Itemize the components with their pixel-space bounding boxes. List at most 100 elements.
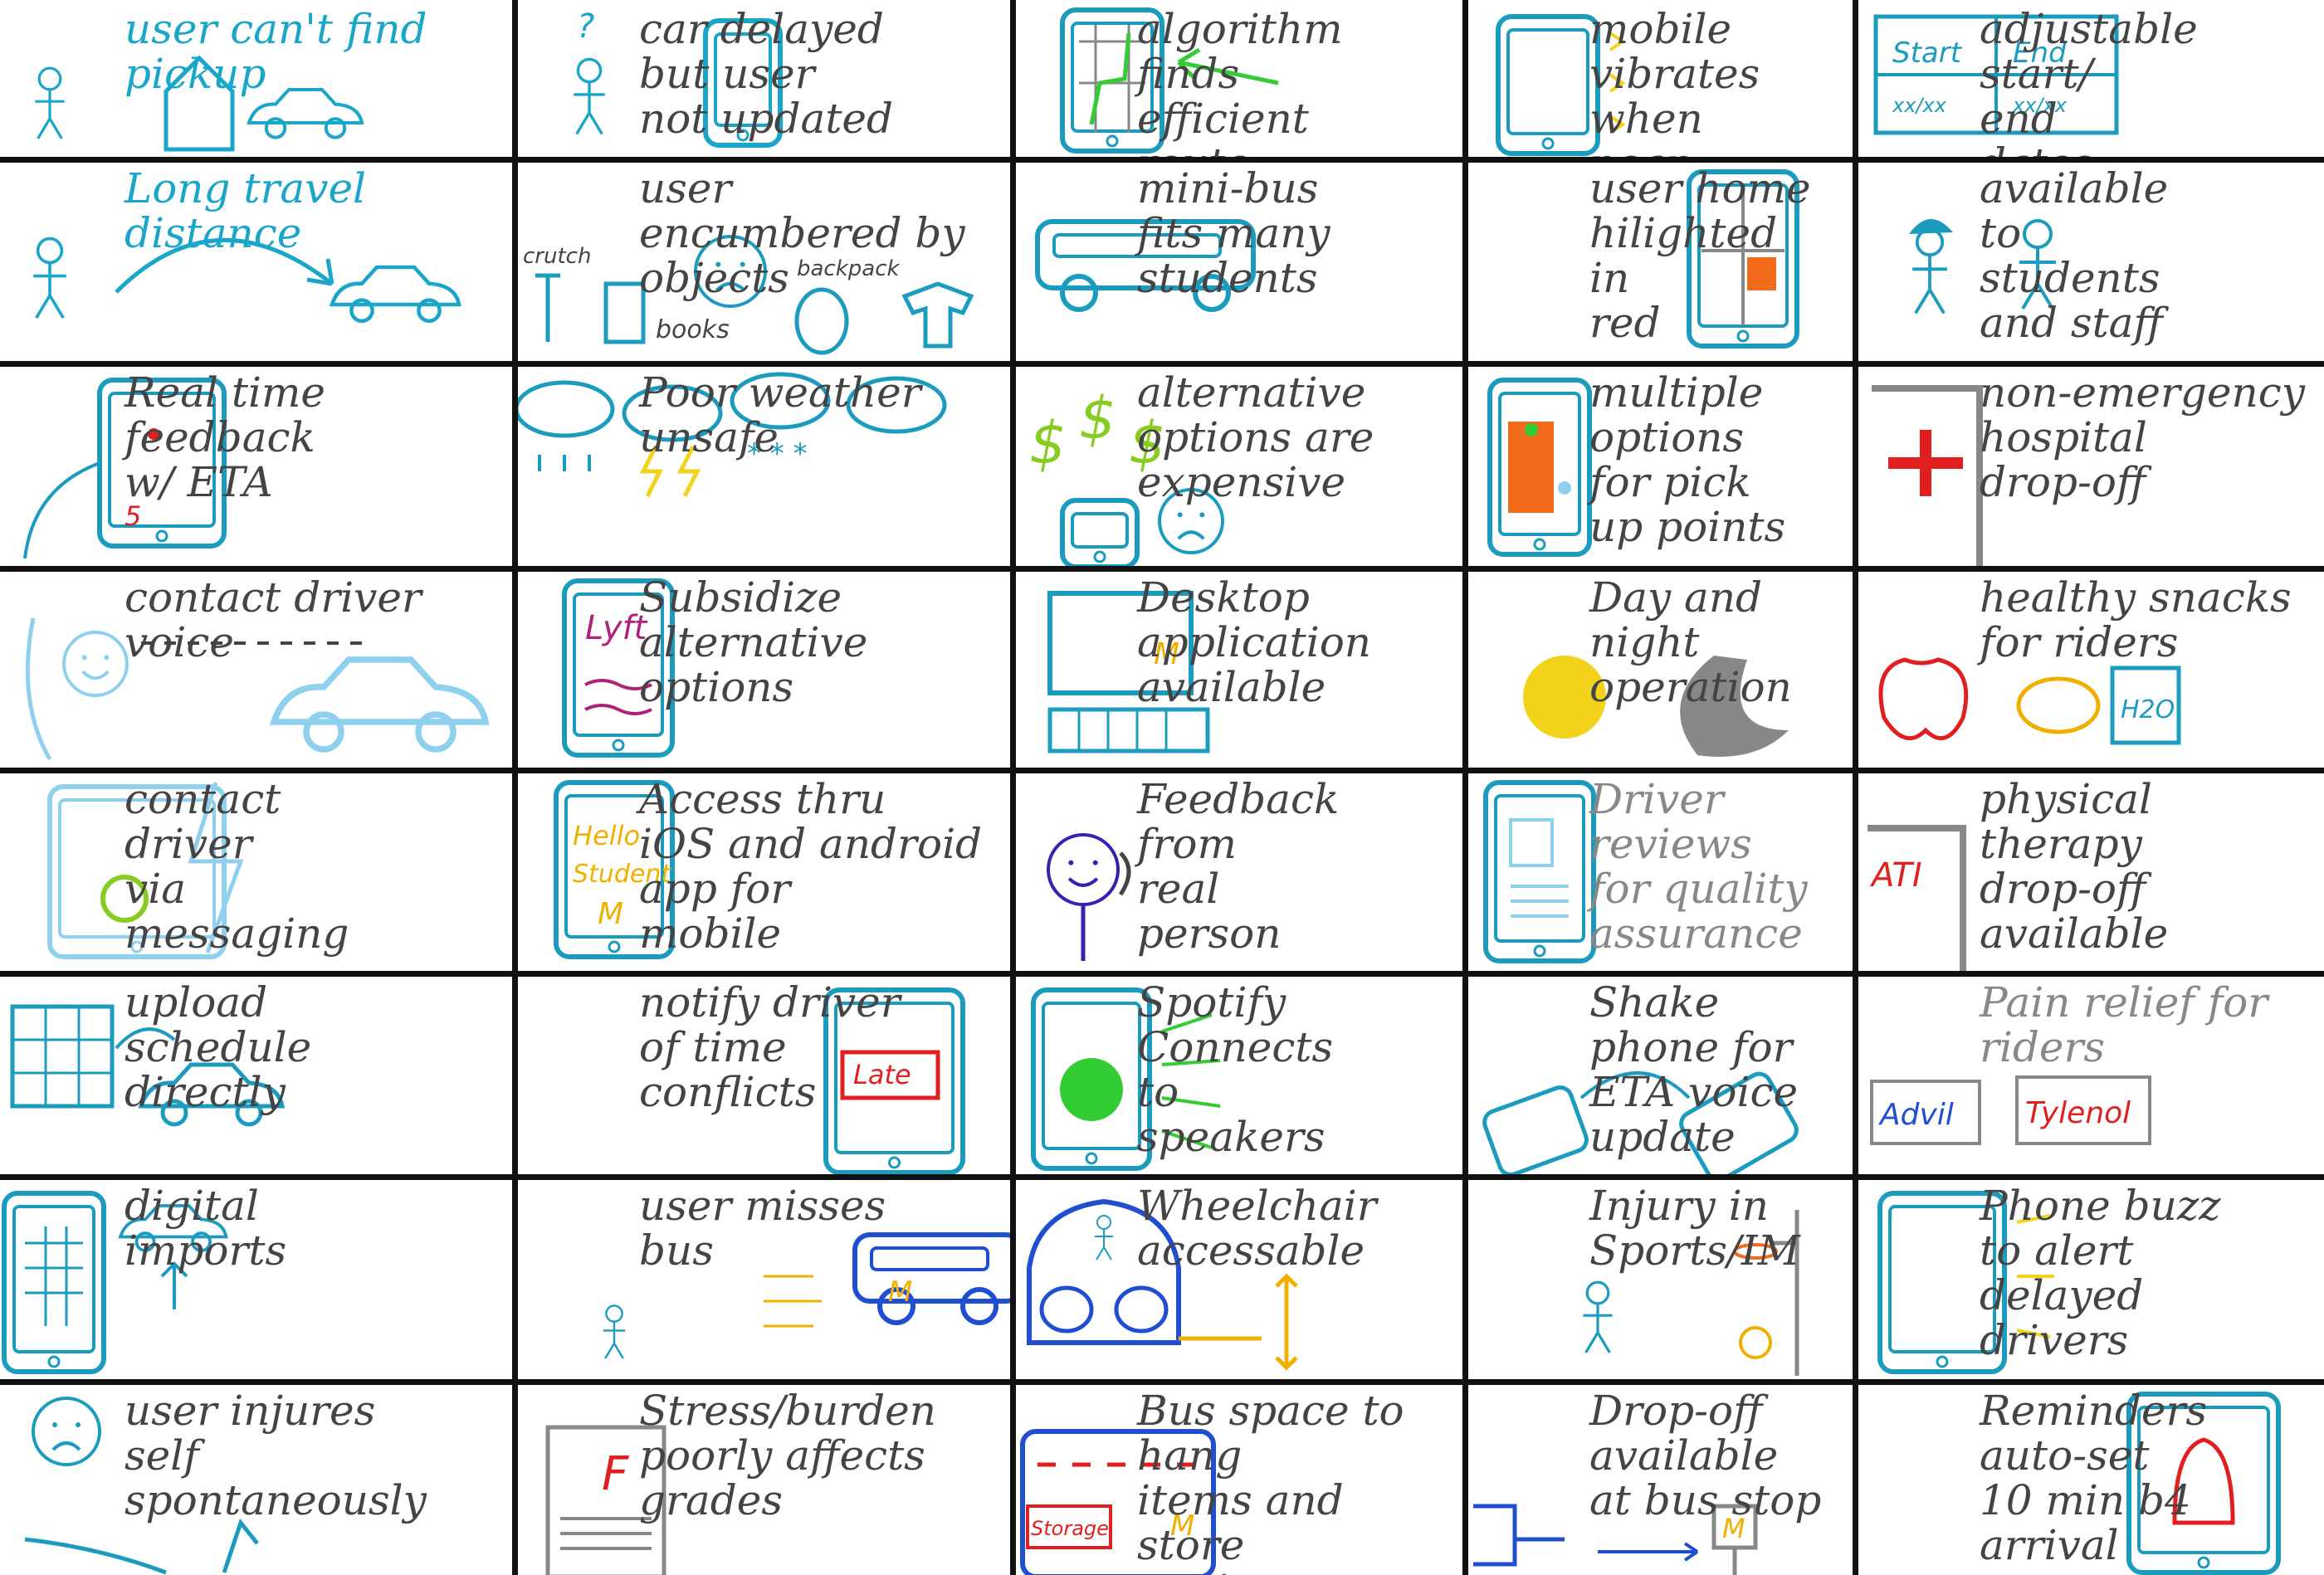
story-cell: Phone buzz to alert delayed drivers <box>1855 1177 2324 1382</box>
storyboard-grid: user can't find pickup ? car delayed but u… <box>0 0 2324 1575</box>
story-cell: contact driver voice <box>0 568 515 770</box>
story-cell: mobile vibrates when near <box>1465 0 1855 159</box>
cell-caption: adjustable start/ end dates <box>1980 5 2198 159</box>
road-icon <box>1473 1504 1565 1567</box>
cell-caption: Subsidize alternative options <box>639 573 868 711</box>
story-cell: 5 Real time feedback w/ ETA <box>0 363 515 568</box>
story-cell: M Desktop application available <box>1013 568 1465 770</box>
pickup-point-icon <box>1558 481 1571 495</box>
cell-caption: Access thru iOS and android app for mobi… <box>639 775 983 958</box>
cell-caption: car delayed but user not updated <box>639 5 894 143</box>
sketch-label: crutch <box>523 244 591 269</box>
story-cell: non-emergency hospital drop-off <box>1855 363 2324 568</box>
sketch-label: M <box>598 897 623 931</box>
stick-figure-icon <box>1912 227 1947 315</box>
phone-icon <box>2 1191 106 1374</box>
route-line-icon <box>1089 32 1131 125</box>
grid-divider <box>1462 0 1468 1575</box>
story-cell: Long travel distance <box>0 159 515 363</box>
pickup-point-icon <box>1525 423 1538 436</box>
cell-caption: Real time feedback w/ ETA <box>124 368 326 506</box>
stick-figure-icon <box>1583 1280 1613 1353</box>
grid-divider <box>1010 0 1016 1575</box>
story-cell: Driver reviews for quality assurance <box>1465 770 1855 973</box>
stick-figure-icon <box>603 1304 626 1359</box>
cap-icon <box>1909 218 1953 234</box>
red-cross-icon <box>1888 430 1963 496</box>
story-cell: Late notify driver of time conflicts <box>515 973 1013 1177</box>
sketch-label: H2O <box>2121 695 2175 724</box>
story-cell: crutch books backpack user encumbered by ob… <box>515 159 1013 363</box>
stick-figure-icon <box>33 236 66 319</box>
story-cell: Muser misses bus <box>515 1177 1013 1382</box>
sketch-label: F <box>602 1447 629 1501</box>
apple-icon <box>1878 657 1969 740</box>
sketch-label: M <box>888 1275 912 1309</box>
cell-caption: user misses bus <box>639 1182 886 1275</box>
story-cell: Reminders auto-set 10 min b4 arrival <box>1855 1382 2324 1575</box>
cell-caption: Reminders auto-set 10 min b4 arrival <box>1980 1387 2207 1569</box>
story-cell: Feedback from real person <box>1013 770 1465 973</box>
story-cell: Start End xx/xx xx/xx adjustable start/ end … <box>1855 0 2324 159</box>
story-cell: available to students and staff <box>1855 159 2324 363</box>
cell-caption: Shake phone for ETA voice update <box>1589 978 1799 1161</box>
story-cell: Storage M Bus space to hang items and stor… <box>1013 1382 1465 1575</box>
sketch-label: $ <box>1079 384 1116 452</box>
story-cell: algorithm finds efficient route <box>1013 0 1465 159</box>
cell-caption: upload schedule directly <box>124 978 312 1116</box>
cell-caption: Wheelchair accessable <box>1137 1182 1377 1275</box>
building-icon <box>1868 825 1966 973</box>
sketch-label: Start <box>1892 37 1963 70</box>
grid-divider <box>0 157 2324 163</box>
phone-icon <box>1060 498 1140 568</box>
cell-caption: physical therapy drop-off available <box>1980 775 2169 958</box>
cell-caption: Bus space to hang items and store equipm… <box>1137 1387 1404 1575</box>
cell-caption: Desktop application available <box>1137 573 1372 711</box>
cell-caption: user can't find pickup <box>124 5 427 98</box>
phone-handset-icon <box>25 617 52 761</box>
cell-caption: Injury in Sports/IM <box>1589 1182 1800 1275</box>
cell-caption: user encumbered by objects <box>639 164 965 302</box>
cell-caption: digital imports <box>124 1182 287 1275</box>
spotify-logo-icon <box>1060 1058 1123 1121</box>
grid-divider <box>0 1174 2324 1180</box>
rain-icon <box>538 455 591 471</box>
cell-caption: multiple options for pick up points <box>1589 368 1786 551</box>
cell-caption: mini-bus fits many students <box>1137 164 1330 302</box>
sketch-label: Tylenol <box>2025 1096 2131 1130</box>
driver-photo-icon <box>1509 818 1554 867</box>
cell-caption: Stress/burden poorly affects grades <box>639 1387 936 1524</box>
books-icon <box>603 281 646 344</box>
story-cell: Day and night operation <box>1465 568 1855 770</box>
story-cell: upload schedule directly <box>0 973 515 1177</box>
sketch-label: Hello <box>573 820 640 851</box>
cell-caption: non-emergency hospital drop-off <box>1980 368 2305 506</box>
ramp-arrow-icon <box>1179 1273 1298 1371</box>
cell-caption: algorithm finds efficient route <box>1137 5 1343 159</box>
sketch-label: Storage <box>1031 1517 1109 1540</box>
story-cell: Advil Tylenol Pain relief for riders <box>1855 973 2324 1177</box>
story-cell: digital imports <box>0 1177 515 1382</box>
cell-caption: user home hilighted in red <box>1589 164 1811 347</box>
phone-icon <box>1496 14 1600 156</box>
phone-icon <box>1483 780 1596 963</box>
cell-caption: healthy snacks for riders <box>1980 573 2292 666</box>
sketch-label: ATI <box>1869 856 1922 895</box>
cell-caption: mobile vibrates when near <box>1589 5 1760 159</box>
cell-caption: alternative options are expensive <box>1137 368 1374 506</box>
story-cell: Wheelchair accessable <box>1013 1177 1465 1382</box>
story-cell: user can't find pickup <box>0 0 515 159</box>
grid-divider <box>1853 0 1858 1575</box>
grid-divider <box>0 361 2324 367</box>
story-cell: user home hilighted in red <box>1465 159 1855 363</box>
story-cell: F Stress/burden poorly affects grades <box>515 1382 1013 1575</box>
car-icon <box>269 656 490 753</box>
story-cell: multiple options for pick up points <box>1465 363 1855 568</box>
grid-divider <box>0 566 2324 572</box>
phone-icon <box>1482 1085 1589 1177</box>
smiley-face-icon <box>62 631 129 697</box>
story-cell: ? car delayed but user not updated <box>515 0 1013 159</box>
grid-divider <box>0 768 2324 773</box>
cell-caption: Poor weather unsafe <box>639 368 921 461</box>
stick-figure-icon <box>1095 1215 1113 1260</box>
